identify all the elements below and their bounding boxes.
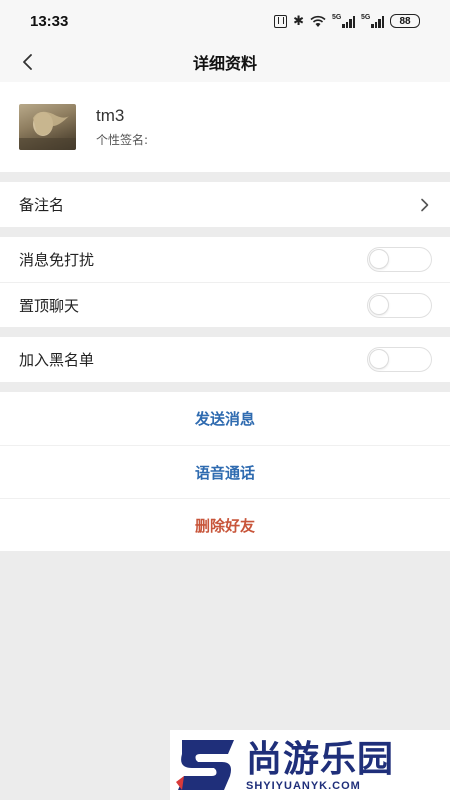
profile-signature: 个性签名:	[96, 133, 149, 147]
toggle-knob	[369, 249, 389, 269]
back-button[interactable]	[16, 50, 40, 74]
chevron-right-icon	[421, 198, 429, 211]
avatar[interactable]	[19, 104, 76, 150]
send-message-button[interactable]: 发送消息	[0, 392, 450, 445]
mute-label: 消息免打扰	[19, 251, 95, 269]
toggle-knob	[369, 349, 389, 369]
pin-chat-row: 置顶聊天	[0, 282, 450, 327]
delete-friend-button[interactable]: 删除好友	[0, 498, 450, 551]
remark-row[interactable]: 备注名	[0, 182, 450, 227]
mute-toggle[interactable]	[367, 247, 432, 272]
watermark: 尚游乐园 SHYIYUANYK.COM	[170, 730, 450, 800]
voice-call-button[interactable]: 语音通话	[0, 445, 450, 498]
blacklist-row: 加入黑名单	[0, 337, 450, 382]
section-divider	[0, 382, 450, 392]
avatar-image	[19, 111, 76, 150]
status-bar: 13:33 ✱ 5G 5G 88	[0, 0, 450, 42]
section-divider	[0, 227, 450, 237]
toggle-knob	[369, 294, 389, 315]
watermark-cn: 尚游乐园	[246, 739, 395, 780]
watermark-en: SHYIYUANYK.COM	[246, 780, 361, 792]
nfc-icon	[274, 14, 288, 28]
page-title: 详细资料	[192, 54, 257, 73]
pin-chat-toggle[interactable]	[367, 292, 432, 318]
pin-chat-label: 置顶聊天	[19, 296, 80, 315]
mute-row: 消息免打扰	[0, 237, 450, 282]
status-time: 13:33	[30, 12, 69, 30]
signal-1-icon: 5G	[332, 14, 355, 28]
battery-icon: 88	[390, 14, 420, 28]
watermark-logo-icon	[176, 740, 234, 790]
profile-text: tm3 个性签名:	[96, 106, 148, 148]
nav-bar: 详细资料	[0, 42, 450, 82]
bluetooth-icon: ✱	[293, 13, 304, 29]
signal-2-icon: 5G	[361, 14, 384, 28]
section-divider	[0, 327, 450, 337]
chevron-left-icon	[23, 54, 32, 70]
wifi-icon	[310, 15, 326, 27]
section-divider	[0, 172, 450, 182]
blacklist-label: 加入黑名单	[19, 351, 95, 369]
blacklist-toggle[interactable]	[367, 347, 432, 372]
profile-name: tm3	[96, 106, 125, 125]
remark-label: 备注名	[19, 196, 65, 214]
status-icons: ✱ 5G 5G 88	[274, 14, 420, 29]
profile-card[interactable]: tm3 个性签名:	[0, 82, 450, 172]
watermark-text: 尚游乐园 SHYIYUANYK.COM	[246, 738, 394, 792]
